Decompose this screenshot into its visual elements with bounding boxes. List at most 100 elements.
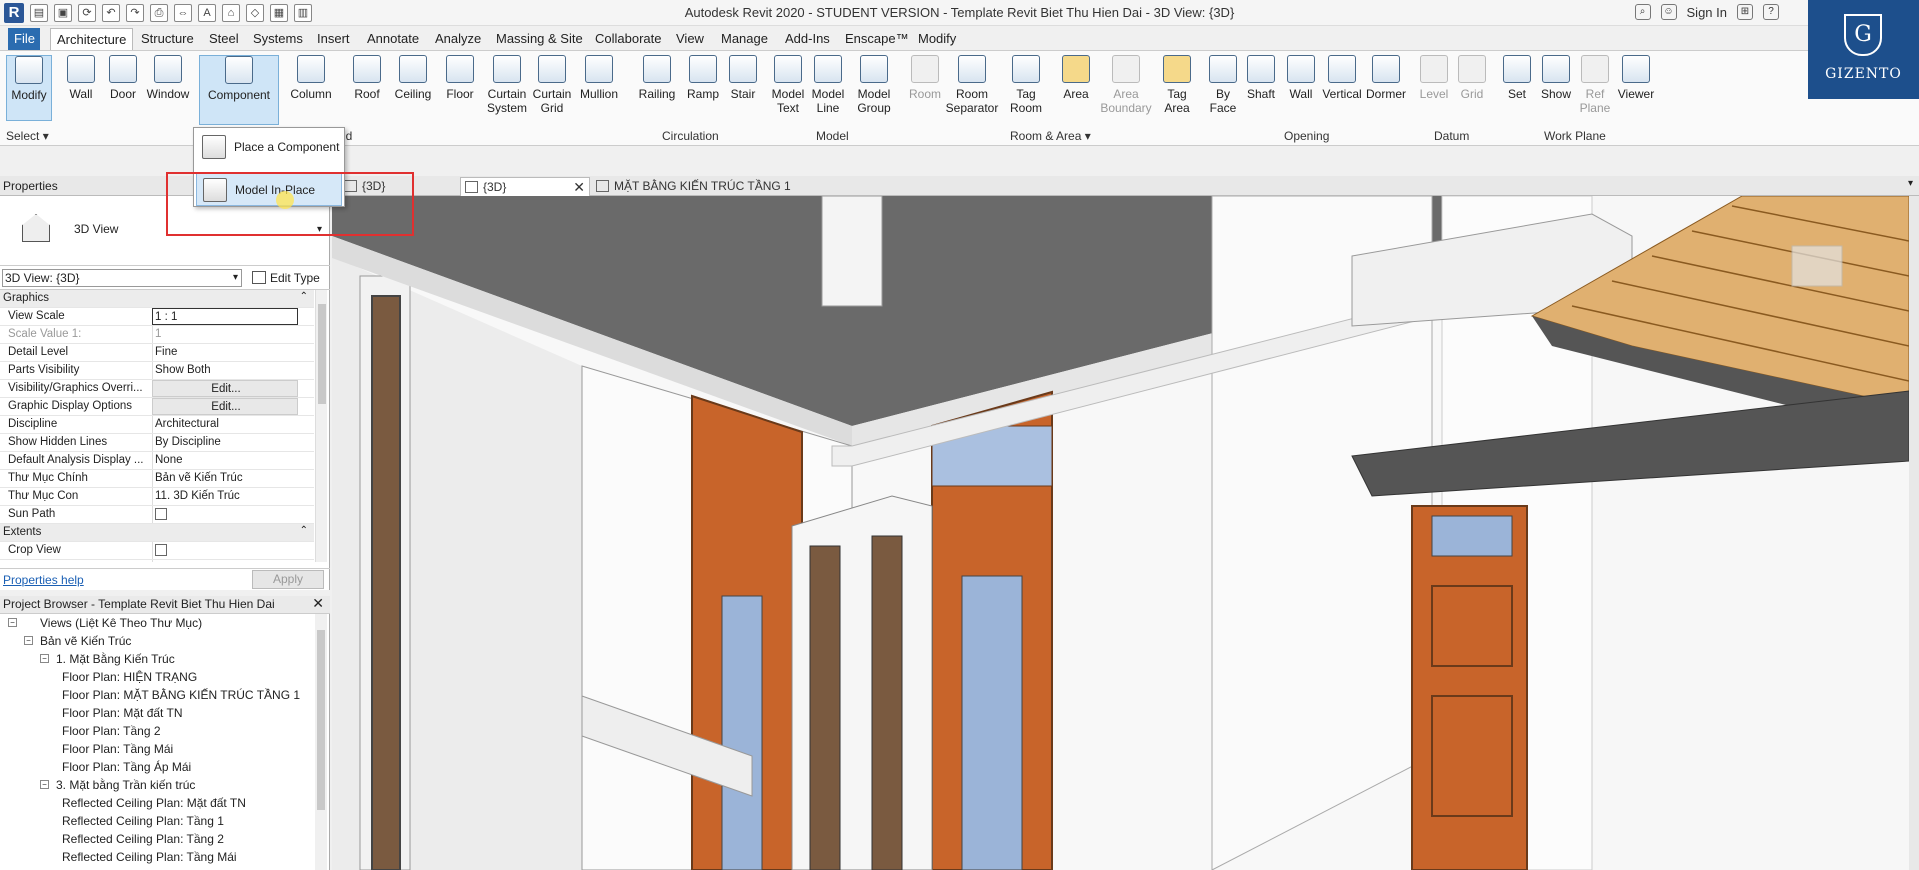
tab-3d-inactive[interactable]: {3D} <box>340 177 393 196</box>
wall-opening-button[interactable]: Wall <box>1284 55 1318 101</box>
curtain-grid-button[interactable]: Curtain Grid <box>530 55 574 115</box>
properties-scrollbar[interactable] <box>315 290 327 562</box>
tab-file[interactable]: File <box>8 28 40 50</box>
property-group[interactable]: Extents ⌃ <box>0 524 314 542</box>
property-value[interactable] <box>152 542 298 559</box>
browser-view-item[interactable]: Floor Plan: Tầng Mái <box>0 740 314 758</box>
collapse-icon[interactable]: − <box>40 654 49 663</box>
mullion-button[interactable]: Mullion <box>577 55 621 101</box>
user-icon[interactable]: ☺ <box>1660 4 1677 20</box>
open-icon[interactable]: ▤ <box>30 4 48 22</box>
search-icon[interactable]: ⌕ <box>1634 4 1651 20</box>
tab-systems[interactable]: Systems <box>247 28 309 50</box>
room-area-panel-dropdown[interactable]: Room & Area ▾ <box>1010 129 1091 143</box>
property-value[interactable] <box>152 506 298 523</box>
tab-view[interactable]: View <box>670 28 710 50</box>
apply-button[interactable]: Apply <box>252 570 324 589</box>
ramp-button[interactable]: Ramp <box>685 55 721 101</box>
edit-type-button[interactable]: Edit Type <box>248 268 326 288</box>
wall-button[interactable]: Wall <box>64 55 98 101</box>
tab-floor-plan[interactable]: MẶT BẰNG KIẾN TRÚC TẦNG 1 <box>592 177 799 196</box>
sign-in-link[interactable]: Sign In <box>1687 5 1727 20</box>
close-icon[interactable]: ✕ <box>573 178 585 196</box>
select-dropdown[interactable]: Select ▾ <box>6 129 49 143</box>
tab-enscape[interactable]: Enscape™ <box>839 28 915 50</box>
show-work-plane-button[interactable]: Show <box>1538 55 1574 101</box>
browser-view-item[interactable]: Reflected Ceiling Plan: Mặt đất TN <box>0 794 314 812</box>
viewer-button[interactable]: Viewer <box>1614 55 1658 101</box>
property-value[interactable]: Fine <box>152 344 298 361</box>
browser-view-item[interactable]: Floor Plan: HIỆN TRẠNG <box>0 668 314 686</box>
door-button[interactable]: Door <box>106 55 140 101</box>
print-icon[interactable]: ⎙ <box>150 4 168 22</box>
properties-help-link[interactable]: Properties help <box>3 573 84 587</box>
viewport-scrollbar[interactable] <box>1909 196 1919 870</box>
vertical-opening-button[interactable]: Vertical <box>1320 55 1364 101</box>
section-icon[interactable]: ◇ <box>246 4 264 22</box>
collapse-icon[interactable]: − <box>40 780 49 789</box>
chevron-down-icon[interactable]: ▾ <box>317 224 322 235</box>
instance-selector[interactable]: 3D View: {3D} ▾ <box>2 269 242 287</box>
tag-area-button[interactable]: Tag Area <box>1156 55 1198 115</box>
property-value[interactable]: Architectural <box>152 416 298 433</box>
tab-add-ins[interactable]: Add-Ins <box>779 28 836 50</box>
property-value[interactable]: 1 : 1 <box>152 308 298 325</box>
curtain-system-button[interactable]: Curtain System <box>485 55 529 115</box>
level-button[interactable]: Level <box>1416 55 1452 101</box>
model-in-place-item[interactable]: Model In-Place <box>196 172 342 206</box>
text-icon[interactable]: A <box>198 4 216 22</box>
tab-massing-site[interactable]: Massing & Site <box>490 28 589 50</box>
tab-analyze[interactable]: Analyze <box>429 28 487 50</box>
switch-windows-icon[interactable]: ▥ <box>294 4 312 22</box>
redo-icon[interactable]: ↷ <box>126 4 144 22</box>
dormer-button[interactable]: Dormer <box>1364 55 1408 101</box>
browser-view-item[interactable]: Reflected Ceiling Plan: Tầng 1 <box>0 812 314 830</box>
by-face-button[interactable]: By Face <box>1206 55 1240 115</box>
3d-viewport[interactable] <box>332 196 1909 870</box>
set-work-plane-button[interactable]: Set <box>1500 55 1534 101</box>
component-button[interactable]: Component <box>199 55 279 125</box>
view-cube-icon[interactable] <box>1791 245 1843 287</box>
stair-button[interactable]: Stair <box>726 55 760 101</box>
roof-button[interactable]: Roof <box>350 55 384 101</box>
ref-plane-button[interactable]: Ref Plane <box>1578 55 1612 115</box>
close-icon[interactable]: ✕ <box>312 595 324 612</box>
edit-button[interactable]: Edit... <box>152 398 298 415</box>
tag-room-button[interactable]: Tag Room <box>1004 55 1048 115</box>
browser-view-item[interactable]: Floor Plan: Tầng 2 <box>0 722 314 740</box>
tabs-overflow-icon[interactable]: ▾ <box>1908 178 1913 189</box>
browser-folder[interactable]: − Views (Liệt Kê Theo Thư Mục) <box>0 614 314 632</box>
measure-icon[interactable]: ⇔ <box>174 4 192 22</box>
modify-button[interactable]: Modify <box>6 55 52 121</box>
save-icon[interactable]: ▣ <box>54 4 72 22</box>
checkbox[interactable] <box>155 508 167 520</box>
collapse-icon[interactable]: − <box>8 618 17 627</box>
3d-view-icon[interactable]: ⌂ <box>222 4 240 22</box>
model-text-button[interactable]: Model Text <box>768 55 808 115</box>
edit-button[interactable]: Edit... <box>152 380 298 397</box>
revit-logo-icon[interactable]: R <box>4 3 24 23</box>
window-button[interactable]: Window <box>144 55 192 101</box>
browser-view-item[interactable]: Floor Plan: MẶT BẰNG KIẾN TRÚC TẦNG 1 <box>0 686 314 704</box>
tab-insert[interactable]: Insert <box>311 28 356 50</box>
browser-scrollbar[interactable] <box>315 614 327 870</box>
sync-icon[interactable]: ⟳ <box>78 4 96 22</box>
close-hidden-icon[interactable]: ▦ <box>270 4 288 22</box>
browser-folder[interactable]: − Bản vẽ Kiến Trúc <box>0 632 314 650</box>
railing-button[interactable]: Railing <box>637 55 677 101</box>
tab-3d-active[interactable]: {3D} ✕ <box>460 177 590 196</box>
property-value[interactable]: Show Both <box>152 362 298 379</box>
property-value[interactable]: None <box>152 452 298 469</box>
browser-folder[interactable]: −3. Mặt bằng Trần kiến trúc <box>0 776 314 794</box>
area-button[interactable]: Area <box>1056 55 1096 101</box>
tab-manage[interactable]: Manage <box>715 28 774 50</box>
floor-button[interactable]: Floor <box>443 55 477 101</box>
property-value[interactable] <box>152 560 298 562</box>
tab-collaborate[interactable]: Collaborate <box>589 28 668 50</box>
tab-structure[interactable]: Structure <box>135 28 200 50</box>
browser-view-item[interactable]: Reflected Ceiling Plan: Tầng Mái <box>0 848 314 866</box>
model-line-button[interactable]: Model Line <box>808 55 848 115</box>
tab-modify[interactable]: Modify <box>912 28 962 50</box>
model-group-button[interactable]: Model Group <box>850 55 898 115</box>
browser-view-item[interactable]: Floor Plan: Mặt đất TN <box>0 704 314 722</box>
